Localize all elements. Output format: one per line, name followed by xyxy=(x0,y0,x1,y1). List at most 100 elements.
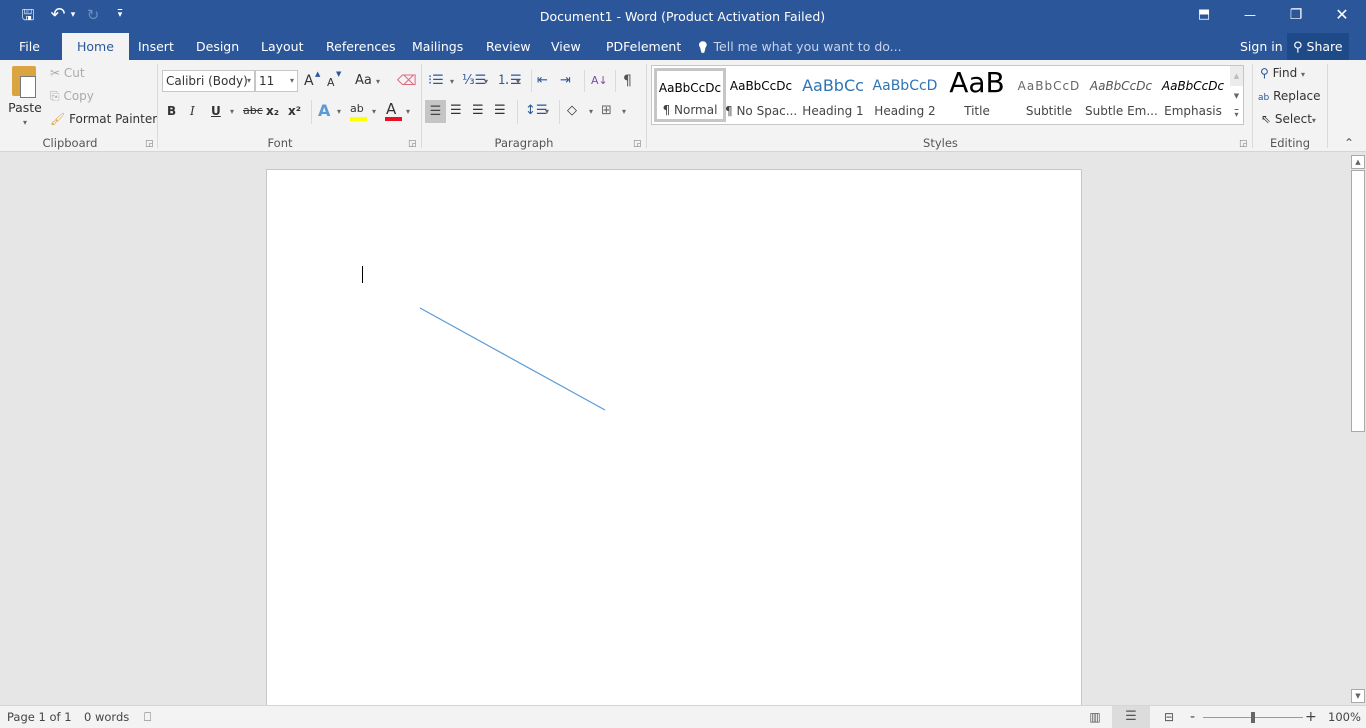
undo-dropdown-icon[interactable]: ▾ xyxy=(68,0,78,30)
zoom-out-button[interactable]: - xyxy=(1190,706,1195,728)
select-button[interactable]: ⇖ Select▾ xyxy=(1261,108,1316,130)
change-case-button[interactable]: Aa ▾ xyxy=(355,70,380,92)
underline-dropdown-icon[interactable]: ▾ xyxy=(230,107,234,116)
sort-button[interactable]: A↓ xyxy=(591,70,608,92)
style-title[interactable]: AaB Title xyxy=(941,68,1013,124)
share-button[interactable]: ⚲ Share xyxy=(1287,33,1349,60)
font-family-select[interactable]: Calibri (Body) ▾ xyxy=(162,70,255,92)
zoom-level[interactable]: 100% xyxy=(1328,706,1361,728)
line-spacing-dropdown-icon[interactable]: ▾ xyxy=(545,107,549,116)
subscript-button[interactable]: x₂ xyxy=(266,100,279,122)
sign-in-link[interactable]: Sign in xyxy=(1234,33,1289,60)
numbering-button[interactable]: ⅓☰ xyxy=(462,70,486,92)
tab-review[interactable]: Review xyxy=(475,33,542,60)
text-effects-button[interactable]: A xyxy=(318,100,330,122)
redo-icon: ↻ xyxy=(86,6,100,24)
style-subtitle[interactable]: AaBbCcD Subtitle xyxy=(1013,68,1085,124)
strikethrough-button[interactable]: abc xyxy=(243,100,263,122)
bold-button[interactable]: B xyxy=(167,100,176,122)
page-count[interactable]: Page 1 of 1 xyxy=(7,706,72,728)
scroll-thumb[interactable] xyxy=(1351,170,1365,432)
align-left-button[interactable]: ☰ xyxy=(425,100,446,123)
multilevel-dropdown-icon[interactable]: ▾ xyxy=(516,77,520,86)
save-icon[interactable]: 🖫 xyxy=(16,0,40,30)
decrease-indent-button[interactable]: ⇤ xyxy=(537,70,548,92)
numbering-dropdown-icon[interactable]: ▾ xyxy=(484,77,488,86)
style-normal[interactable]: AaBbCcDc ¶ Normal xyxy=(654,68,726,122)
grow-font-button[interactable]: A xyxy=(304,70,314,92)
cut-label: Cut xyxy=(63,66,85,80)
style-subtle-emphasis[interactable]: AaBbCcDc Subtle Em... xyxy=(1085,68,1158,124)
tell-me-box[interactable]: 💡 Tell me what you want to do... xyxy=(696,33,902,60)
gallery-more-icon[interactable]: ▾ xyxy=(1230,106,1243,124)
tab-pdfelement[interactable]: PDFelement xyxy=(595,33,692,60)
paragraph-dialog-launcher[interactable]: ◲ xyxy=(633,139,642,149)
minimize-button[interactable]: — xyxy=(1227,0,1273,32)
format-painter-button[interactable]: 🖌 Format Painter xyxy=(50,108,157,130)
vertical-scrollbar[interactable]: ▲ ▼ xyxy=(1350,152,1366,705)
line-shape[interactable] xyxy=(419,307,606,411)
document-page[interactable] xyxy=(266,169,1082,709)
borders-dropdown-icon[interactable]: ▾ xyxy=(622,107,626,116)
gallery-scroll-up-icon[interactable]: ▲ xyxy=(1230,66,1243,86)
font-dialog-launcher[interactable]: ◲ xyxy=(408,139,417,149)
bullets-dropdown-icon[interactable]: ▾ xyxy=(450,77,454,86)
align-center-button[interactable]: ☰ xyxy=(450,100,462,122)
tab-file[interactable]: File xyxy=(8,33,51,60)
zoom-slider[interactable] xyxy=(1203,712,1303,723)
highlight-dropdown-icon[interactable]: ▾ xyxy=(372,107,376,116)
tab-insert[interactable]: Insert xyxy=(127,33,185,60)
print-layout-icon[interactable]: ☰ xyxy=(1112,706,1150,728)
gallery-scroll-down-icon[interactable]: ▼ xyxy=(1230,86,1243,106)
ribbon-display-options-icon[interactable]: ⬒ xyxy=(1181,0,1227,32)
show-formatting-marks-button[interactable]: ¶ xyxy=(623,70,632,92)
font-size-select[interactable]: 11 ▾ xyxy=(255,70,298,92)
zoom-in-button[interactable]: + xyxy=(1305,706,1317,728)
shrink-font-button[interactable]: A xyxy=(327,72,335,94)
customize-quick-access-icon[interactable]: ▾ xyxy=(112,0,128,30)
proofing-icon[interactable]: ⎕ xyxy=(144,706,151,728)
increase-indent-button[interactable]: ⇥ xyxy=(560,70,571,92)
align-right-button[interactable]: ☰ xyxy=(472,100,484,122)
scroll-down-icon[interactable]: ▼ xyxy=(1351,689,1365,703)
chevron-down-icon: ▾ xyxy=(246,76,251,85)
font-family-value: Calibri (Body) xyxy=(166,74,248,88)
tab-references[interactable]: References xyxy=(315,33,406,60)
separator xyxy=(646,64,647,148)
zoom-slider-thumb[interactable] xyxy=(1251,712,1255,723)
styles-dialog-launcher[interactable]: ◲ xyxy=(1239,139,1248,149)
style-heading-2[interactable]: AaBbCcD Heading 2 xyxy=(869,68,941,124)
word-count[interactable]: 0 words xyxy=(84,706,129,728)
tab-design[interactable]: Design xyxy=(185,33,250,60)
read-mode-icon[interactable]: ▥ xyxy=(1084,706,1106,728)
close-button[interactable]: ✕ xyxy=(1319,0,1365,32)
replace-button[interactable]: ab Replace xyxy=(1258,85,1321,107)
underline-button[interactable]: U xyxy=(211,100,221,122)
borders-button[interactable]: ⊞ xyxy=(601,100,612,122)
paste-button[interactable]: Paste ▾ xyxy=(6,64,44,134)
clipboard-dialog-launcher[interactable]: ◲ xyxy=(145,139,154,149)
paste-dropdown-icon[interactable]: ▾ xyxy=(6,118,44,127)
restore-button[interactable]: ❐ xyxy=(1273,0,1319,32)
tab-view[interactable]: View xyxy=(540,33,592,60)
superscript-button[interactable]: x² xyxy=(288,100,301,122)
shading-button[interactable]: ◇ xyxy=(567,100,577,122)
clear-formatting-icon[interactable]: ⌫ xyxy=(397,70,417,92)
style-heading-1[interactable]: AaBbCc Heading 1 xyxy=(797,68,869,124)
text-effects-dropdown-icon[interactable]: ▾ xyxy=(337,107,341,116)
style-emphasis[interactable]: AaBbCcDc Emphasis xyxy=(1157,68,1229,124)
bullets-button[interactable]: ⁝☰ xyxy=(428,70,444,92)
italic-button[interactable]: I xyxy=(190,100,195,122)
web-layout-icon[interactable]: ⊟ xyxy=(1158,706,1180,728)
style-no-spacing[interactable]: AaBbCcDc ¶ No Spac... xyxy=(725,68,797,124)
justify-button[interactable]: ☰ xyxy=(494,100,506,122)
shading-dropdown-icon[interactable]: ▾ xyxy=(589,107,593,116)
tab-mailings[interactable]: Mailings xyxy=(401,33,474,60)
collapse-ribbon-icon[interactable]: ⌃ xyxy=(1344,136,1354,150)
find-button[interactable]: ⚲ Find ▾ xyxy=(1260,62,1305,84)
undo-icon[interactable]: ↶ xyxy=(48,0,68,30)
scroll-up-icon[interactable]: ▲ xyxy=(1351,155,1365,169)
tab-layout[interactable]: Layout xyxy=(250,33,315,60)
font-color-dropdown-icon[interactable]: ▾ xyxy=(406,107,410,116)
tab-home[interactable]: Home xyxy=(62,33,129,60)
